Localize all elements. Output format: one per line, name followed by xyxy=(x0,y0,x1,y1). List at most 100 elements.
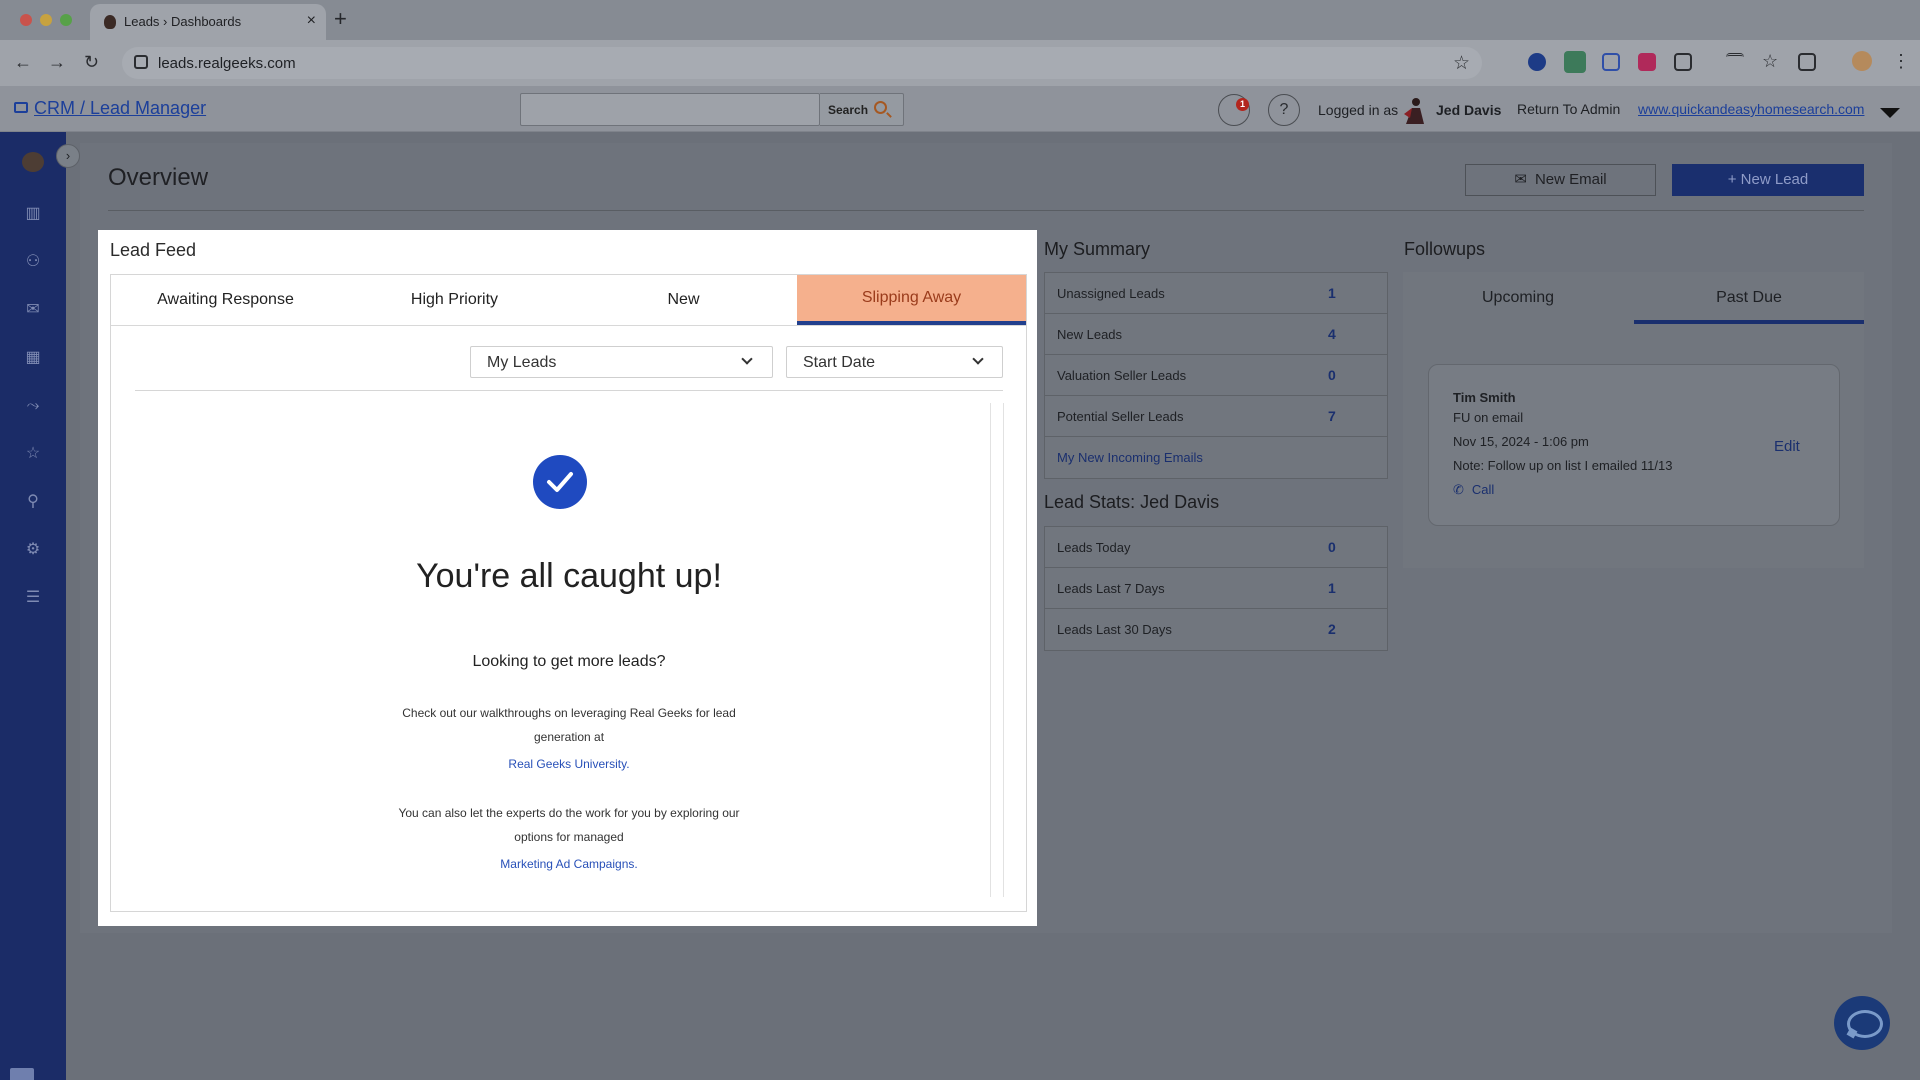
lead-feed-title: Lead Feed xyxy=(110,240,197,260)
tab-new[interactable]: New xyxy=(569,275,798,325)
sidebar-favorites-icon[interactable]: ☆ xyxy=(25,446,41,462)
summary-row-incoming-emails[interactable]: My New Incoming Emails xyxy=(1045,437,1387,478)
summary-row-valuation[interactable]: Valuation Seller Leads 0 xyxy=(1045,355,1387,396)
search-button-label: Search xyxy=(828,103,869,117)
sidebar-mail-icon[interactable]: ✉ xyxy=(25,302,41,318)
calendar-extension-icon[interactable] xyxy=(1564,51,1586,73)
page-title: Overview xyxy=(108,164,209,191)
password-extension-icon[interactable] xyxy=(1528,53,1546,71)
forward-arrow-icon[interactable]: → xyxy=(48,51,66,73)
tab-past-due[interactable]: Past Due xyxy=(1634,272,1864,324)
account-dropdown-icon[interactable] xyxy=(1880,108,1900,118)
owner-filter-select[interactable]: My Leads xyxy=(470,346,773,378)
sidebar-routing-icon[interactable]: ⤳ xyxy=(25,398,41,414)
window-maximize-button[interactable] xyxy=(60,14,72,26)
summary-row-count[interactable]: 4 xyxy=(1328,326,1336,342)
phone-icon: ✆ xyxy=(1453,482,1464,497)
lead-feed-box: Awaiting Response High Priority New Slip… xyxy=(110,274,1027,912)
strikethrough-extension-icon[interactable] xyxy=(1726,53,1744,71)
summary-row-unassigned[interactable]: Unassigned Leads 1 xyxy=(1045,273,1387,314)
browser-tab-title: Leads › Dashboards xyxy=(124,14,242,29)
stats-row-30-days[interactable]: Leads Last 30 Days 2 xyxy=(1045,609,1387,650)
incoming-emails-link[interactable]: My New Incoming Emails xyxy=(1057,450,1203,465)
help-icon[interactable]: ? xyxy=(1268,94,1300,126)
search-icon xyxy=(874,101,887,114)
experts-text-line1: You can also let the experts do the work… xyxy=(398,806,740,820)
sidebar-calendar-icon[interactable]: ▦ xyxy=(25,350,41,366)
tab-search-icon[interactable] xyxy=(1798,53,1816,71)
sidebar-reports-icon[interactable]: ▥ xyxy=(25,206,41,222)
summary-row-label: Valuation Seller Leads xyxy=(1057,368,1187,383)
walkthrough-text-line1: Check out our walkthroughs on leveraging… xyxy=(402,706,736,720)
new-tab-button[interactable]: + xyxy=(334,8,347,30)
site-settings-icon[interactable] xyxy=(134,55,148,69)
stats-row-today[interactable]: Leads Today 0 xyxy=(1045,527,1387,568)
mail-icon: ✉ xyxy=(1514,171,1527,188)
stats-row-count[interactable]: 2 xyxy=(1328,621,1336,637)
search-button[interactable]: Search xyxy=(820,93,904,126)
back-arrow-icon[interactable]: ← xyxy=(14,51,32,73)
stats-row-count[interactable]: 0 xyxy=(1328,539,1336,555)
sidebar-bottom-handle[interactable] xyxy=(10,1068,34,1080)
summary-row-count[interactable]: 7 xyxy=(1328,408,1336,424)
walkthrough-text-line2: generation at xyxy=(533,730,605,744)
website-link[interactable]: www.quickandeasyhomesearch.com xyxy=(1638,101,1864,117)
sidebar-settings-icon[interactable]: ⚙ xyxy=(25,542,41,558)
followup-contact-name[interactable]: Tim Smith xyxy=(1453,390,1516,405)
stats-row-7-days[interactable]: Leads Last 7 Days 1 xyxy=(1045,568,1387,609)
profile-avatar[interactable] xyxy=(1852,51,1872,71)
crm-icon xyxy=(14,102,28,113)
url-field[interactable]: leads.realgeeks.com ☆ xyxy=(122,47,1482,79)
marketing-campaigns-link[interactable]: Marketing Ad Campaigns. xyxy=(111,857,1027,871)
summary-row-label: Unassigned Leads xyxy=(1057,286,1165,301)
call-label: Call xyxy=(1471,482,1495,497)
browser-tab[interactable]: Leads › Dashboards × xyxy=(90,4,326,40)
my-summary-title: My Summary xyxy=(1044,239,1151,259)
search-input[interactable] xyxy=(520,93,820,126)
link-extension-icon[interactable] xyxy=(1602,53,1620,71)
sidebar-user-settings-icon[interactable]: ⚲ xyxy=(25,494,41,510)
summary-row-new[interactable]: New Leads 4 xyxy=(1045,314,1387,355)
favorites-icon[interactable]: ☆ xyxy=(1762,50,1778,72)
followup-call-link[interactable]: ✆ Call xyxy=(1453,482,1494,498)
sidebar-leads-icon[interactable]: ⚇ xyxy=(25,254,41,270)
summary-row-count[interactable]: 0 xyxy=(1328,367,1336,383)
filter-divider xyxy=(135,390,1003,391)
puzzle-extension-icon[interactable] xyxy=(1674,53,1692,71)
new-email-button[interactable]: ✉ New Email xyxy=(1465,164,1656,196)
window-minimize-button[interactable] xyxy=(40,14,52,26)
tab-awaiting-response[interactable]: Awaiting Response xyxy=(111,275,340,325)
tab-slipping-away[interactable]: Slipping Away xyxy=(797,275,1026,325)
dollar-extension-icon[interactable] xyxy=(1638,53,1656,71)
summary-row-count[interactable]: 1 xyxy=(1328,285,1336,301)
followup-type: FU on email xyxy=(1453,410,1524,425)
followups-title: Followups xyxy=(1404,239,1486,259)
chat-support-icon[interactable] xyxy=(1834,996,1890,1050)
brand-logo-icon[interactable] xyxy=(22,152,44,172)
real-geeks-university-link[interactable]: Real Geeks University. xyxy=(111,757,1027,771)
new-lead-button[interactable]: + New Lead xyxy=(1672,164,1864,196)
experts-text-line2: options for managed xyxy=(514,830,624,844)
user-name[interactable]: Jed Davis xyxy=(1436,102,1501,118)
tab-high-priority[interactable]: High Priority xyxy=(340,275,569,325)
my-summary-card: Unassigned Leads 1 New Leads 4 Valuation… xyxy=(1044,272,1388,479)
return-to-admin-link[interactable]: Return To Admin xyxy=(1517,101,1620,117)
tab-close-icon[interactable]: × xyxy=(307,12,316,30)
followup-edit-link[interactable]: Edit xyxy=(1774,438,1800,455)
browser-menu-icon[interactable]: ⋮ xyxy=(1892,50,1910,72)
bookmark-star-icon[interactable]: ☆ xyxy=(1453,52,1470,75)
crm-lead-manager-link[interactable]: CRM / Lead Manager xyxy=(14,98,206,119)
stats-row-count[interactable]: 1 xyxy=(1328,580,1336,596)
stats-row-label: Leads Last 30 Days xyxy=(1057,622,1172,637)
sidebar-expand-button[interactable]: › xyxy=(56,144,80,168)
summary-row-label: Potential Seller Leads xyxy=(1057,409,1184,424)
summary-row-potential-seller[interactable]: Potential Seller Leads 7 xyxy=(1045,396,1387,437)
app-header: CRM / Lead Manager Search 1 ? Logged in … xyxy=(0,86,1920,132)
reload-icon[interactable]: ↻ xyxy=(84,51,99,73)
start-date-select[interactable]: Start Date xyxy=(786,346,1003,378)
tab-upcoming[interactable]: Upcoming xyxy=(1403,272,1633,324)
window-close-button[interactable] xyxy=(20,14,32,26)
followup-note: Note: Follow up on list I emailed 11/13 xyxy=(1453,458,1673,473)
new-email-label: New Email xyxy=(1534,171,1607,188)
sidebar-tasks-icon[interactable]: ☰ xyxy=(25,590,41,606)
